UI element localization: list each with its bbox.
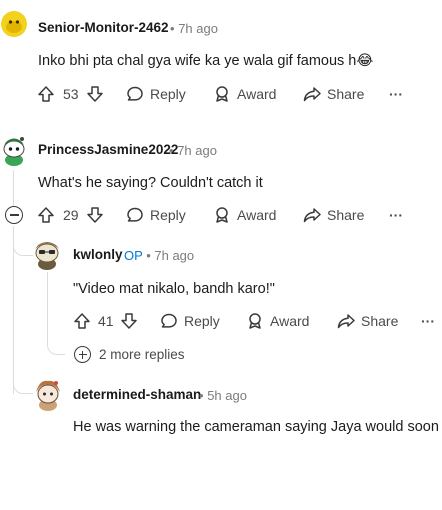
speech-bubble-icon [127, 207, 143, 222]
award-button[interactable]: Award [213, 203, 276, 227]
op-badge: OP [124, 248, 143, 263]
comment-meta: • 7h ago [170, 21, 218, 36]
comment-body: He was warning the cameraman saying Jaya… [73, 419, 439, 435]
downvote-arrow-icon [87, 86, 103, 102]
speech-bubble-icon [161, 313, 177, 328]
downvote-arrow-icon [87, 207, 103, 223]
more-options-button[interactable]: ··· [421, 309, 435, 333]
comment-body: What's he saying? Couldn't catch it [38, 175, 263, 191]
meta-separator: • [199, 388, 204, 403]
comment-body: "Video mat nikalo, bandh karo!" [73, 281, 275, 297]
share-button[interactable]: Share [337, 309, 398, 333]
reply-button[interactable]: Reply [160, 309, 220, 333]
thread-connector-more-replies [47, 330, 65, 355]
comment-username[interactable]: kwlonly [73, 247, 123, 262]
award-icon [249, 313, 261, 329]
comment-time[interactable]: 5h ago [207, 388, 247, 403]
share-arrow-icon [303, 87, 321, 102]
share-button[interactable]: Share [303, 82, 364, 106]
snoo-avatar-icon [35, 242, 59, 270]
comment-actions: 29 Reply Award Share ··· [0, 203, 442, 227]
upvote-button[interactable] [37, 82, 55, 106]
award-icon [216, 207, 228, 223]
meta-separator: • [170, 21, 175, 36]
comment-username[interactable]: PrincessJasmine2022 [38, 142, 178, 157]
comment-username[interactable]: Senior-Monitor-2462 [38, 20, 169, 35]
upvote-button[interactable] [73, 309, 91, 333]
upvote-button[interactable] [37, 203, 55, 227]
reply-button[interactable]: Reply [126, 203, 186, 227]
comment-time[interactable]: 7h ago [177, 143, 217, 158]
avatar[interactable] [34, 378, 62, 412]
more-replies-label: 2 more replies [99, 347, 185, 362]
award-label: Award [270, 313, 310, 329]
reply-button[interactable]: Reply [126, 82, 186, 106]
award-label: Award [237, 207, 277, 223]
reply-label: Reply [184, 313, 220, 329]
comment-time[interactable]: 7h ago [178, 21, 218, 36]
award-button[interactable]: Award [213, 82, 276, 106]
comment-username[interactable]: determined-shaman [73, 387, 201, 402]
award-button[interactable]: Award [246, 309, 309, 333]
comment-meta: • 5h ago [199, 388, 247, 403]
snoo-avatar-icon [1, 11, 27, 37]
thread-connector-shaman [13, 370, 33, 394]
share-button[interactable]: Share [303, 203, 364, 227]
vote-count: 53 [63, 86, 79, 102]
downvote-arrow-icon [121, 313, 137, 329]
snoo-avatar-icon [36, 380, 60, 411]
comment-actions: 41 Reply Award Share ··· [0, 309, 442, 333]
comment-actions: 53 Reply Award Share ··· [0, 82, 442, 106]
thread-connector-kwlonly [13, 226, 33, 256]
upvote-arrow-icon [38, 86, 54, 102]
snoo-avatar-icon [3, 137, 25, 166]
speech-bubble-icon [127, 86, 143, 101]
share-label: Share [361, 313, 399, 329]
plus-circle-icon [74, 346, 91, 363]
avatar[interactable] [1, 10, 27, 38]
more-replies-button[interactable]: 2 more replies [74, 346, 185, 363]
share-label: Share [327, 86, 365, 102]
share-arrow-icon [303, 208, 321, 223]
thread-line-comment2 [13, 170, 14, 206]
reply-label: Reply [150, 207, 186, 223]
downvote-button[interactable] [86, 82, 104, 106]
downvote-button[interactable] [86, 203, 104, 227]
comment-meta: OP • 7h ago [124, 248, 194, 263]
more-options-button[interactable]: ··· [389, 82, 403, 106]
meta-separator: • [169, 143, 174, 158]
meta-separator: • [146, 248, 151, 263]
comment-time[interactable]: 7h ago [154, 248, 194, 263]
upvote-arrow-icon [74, 313, 90, 329]
reply-label: Reply [150, 86, 186, 102]
share-label: Share [327, 207, 365, 223]
vote-count: 41 [98, 313, 114, 329]
avatar[interactable] [32, 237, 62, 271]
downvote-button[interactable] [120, 309, 138, 333]
award-icon [216, 86, 228, 102]
share-arrow-icon [337, 314, 355, 329]
comment-meta: • 7h ago [169, 143, 217, 158]
more-options-button[interactable]: ··· [389, 203, 403, 227]
avatar[interactable] [0, 135, 28, 167]
award-label: Award [237, 86, 277, 102]
vote-count: 29 [63, 207, 79, 223]
comment-body: Inko bhi pta chal gya wife ka ye wala gi… [38, 53, 374, 69]
upvote-arrow-icon [38, 207, 54, 223]
